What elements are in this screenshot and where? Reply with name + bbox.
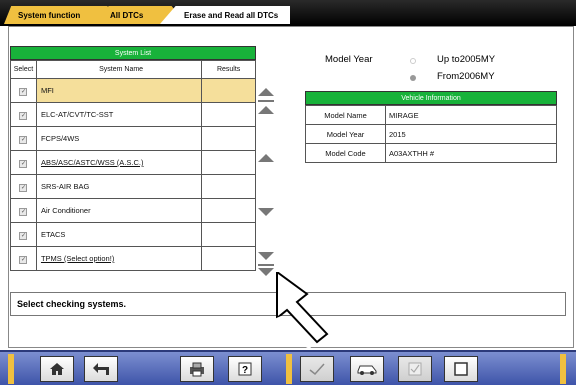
header-system-name: System Name <box>35 60 203 79</box>
table-row[interactable]: ✓ MFI <box>10 78 256 103</box>
vehicle-info-value: MIRAGE <box>385 105 557 125</box>
model-year-label: Model Year <box>325 54 373 65</box>
system-name: SRS-AIR BAG <box>35 174 203 199</box>
radio-from2006[interactable] <box>410 75 416 81</box>
row-checkbox[interactable]: ✓ <box>19 207 28 216</box>
print-icon <box>190 362 204 377</box>
vehicle-info-panel: Vehicle Information Model Name MIRAGE Mo… <box>305 91 557 163</box>
toolbar-separator <box>560 354 566 384</box>
system-list-title: System List <box>10 46 256 60</box>
check-icon <box>309 363 325 376</box>
pointer-arrow-icon <box>263 272 329 352</box>
system-name: Air Conditioner <box>35 198 203 223</box>
home-button[interactable] <box>40 356 74 382</box>
scroll-step-up-icon[interactable] <box>258 152 274 164</box>
system-name: ELC-AT/CVT/TC-SST <box>35 102 203 127</box>
vehicle-info-row: Model Year 2015 <box>305 124 557 144</box>
header-results: Results <box>201 60 256 79</box>
row-checkbox[interactable]: ✓ <box>19 255 28 264</box>
system-list-panel: System List Select System Name Results ✓… <box>10 46 282 271</box>
row-checkbox[interactable]: ✓ <box>19 87 28 96</box>
back-icon <box>93 363 109 375</box>
select-all-button[interactable] <box>398 356 432 382</box>
check-button[interactable] <box>300 356 334 382</box>
header-select: Select <box>10 60 37 79</box>
vehicle-info-row: Model Name MIRAGE <box>305 105 557 125</box>
vehicle-info-key: Model Code <box>305 143 386 163</box>
system-list-scrollbar[interactable] <box>256 82 276 276</box>
vehicle-info-value: 2015 <box>385 124 557 144</box>
vehicle-icon <box>357 365 377 375</box>
system-name: ETACS <box>35 222 203 247</box>
table-row[interactable]: ✓ Air Conditioner <box>10 198 256 223</box>
row-checkbox[interactable]: ✓ <box>19 231 28 240</box>
vehicle-info-title: Vehicle Information <box>305 91 557 105</box>
scroll-up-icon[interactable] <box>258 86 274 98</box>
system-name: TPMS (Select option!) <box>35 246 203 271</box>
system-name: ABS/ASC/ASTC/WSS (A.S.C.) <box>35 150 203 175</box>
row-checkbox[interactable]: ✓ <box>19 135 28 144</box>
checkbox-empty-icon <box>454 362 468 376</box>
table-row[interactable]: ✓ ELC-AT/CVT/TC-SST <box>10 102 256 127</box>
vehicle-info-row: Model Code A03AXTHH # <box>305 143 557 163</box>
toolbar-separator <box>286 354 292 384</box>
table-row[interactable]: ✓ TPMS (Select option!) <box>10 246 256 271</box>
help-icon: ? <box>238 362 252 376</box>
system-name: MFI <box>35 78 203 103</box>
radio-upto2005[interactable] <box>410 58 416 64</box>
radio-from2006-label: From2006MY <box>437 71 495 82</box>
vehicle-info-key: Model Year <box>305 124 386 144</box>
system-result <box>201 102 256 127</box>
checkbox-checked-icon <box>408 362 422 376</box>
scroll-step-down-icon[interactable] <box>258 206 274 218</box>
tab-bar: System function All DTCs Erase and Read … <box>0 0 576 26</box>
system-result <box>201 246 256 271</box>
row-checkbox[interactable]: ✓ <box>19 159 28 168</box>
svg-text:?: ? <box>242 365 248 376</box>
system-result <box>201 174 256 199</box>
radio-upto2005-label: Up to2005MY <box>437 54 496 65</box>
deselect-all-button[interactable] <box>444 356 478 382</box>
system-result <box>201 126 256 151</box>
system-result <box>201 198 256 223</box>
back-button[interactable] <box>84 356 118 382</box>
page-up-icon[interactable] <box>258 104 274 116</box>
table-row[interactable]: ✓ FCPS/4WS <box>10 126 256 151</box>
help-button[interactable]: ? <box>228 356 262 382</box>
print-button[interactable] <box>180 356 214 382</box>
bottom-toolbar: ? <box>0 350 576 385</box>
scroll-top-bar-icon <box>258 100 274 102</box>
system-list-table: Select System Name Results ✓ MFI ✓ ELC-A… <box>10 60 256 271</box>
tab-erase-read-all-dtcs[interactable]: Erase and Read all DTCs <box>160 6 290 24</box>
vehicle-info-value: A03AXTHH # <box>385 143 557 163</box>
system-result <box>201 78 256 103</box>
home-icon <box>50 363 64 375</box>
table-row[interactable]: ✓ SRS-AIR BAG <box>10 174 256 199</box>
system-name: FCPS/4WS <box>35 126 203 151</box>
toolbar-separator <box>8 354 14 384</box>
table-row[interactable]: ✓ ABS/ASC/ASTC/WSS (A.S.C.) <box>10 150 256 175</box>
row-checkbox[interactable]: ✓ <box>19 183 28 192</box>
row-checkbox[interactable]: ✓ <box>19 111 28 120</box>
table-row[interactable]: ✓ ETACS <box>10 222 256 247</box>
page-down-icon[interactable] <box>258 250 274 262</box>
vehicle-info-table: Model Name MIRAGE Model Year 2015 Model … <box>305 105 557 163</box>
system-result <box>201 150 256 175</box>
vehicle-info-key: Model Name <box>305 105 386 125</box>
system-result <box>201 222 256 247</box>
vehicle-button[interactable] <box>350 356 384 382</box>
